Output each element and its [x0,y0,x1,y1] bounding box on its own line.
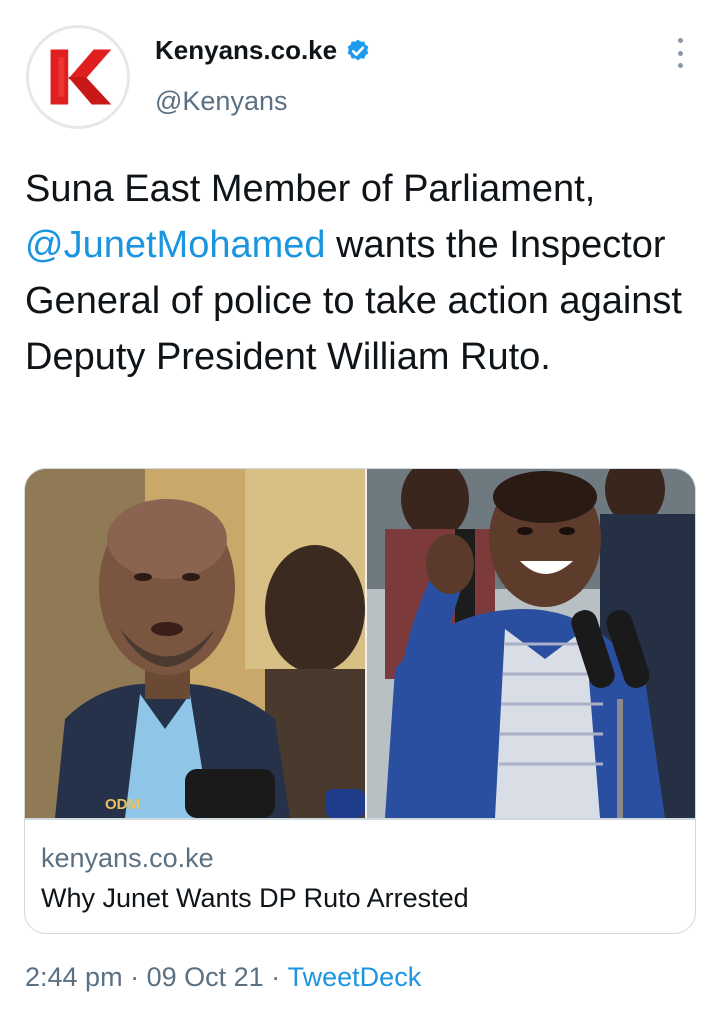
meta-separator: · [122,962,147,992]
more-options-icon[interactable] [668,38,692,68]
author-handle[interactable]: @Kenyans [155,86,287,117]
card-image-watermark: ODM [105,796,140,813]
tweet: Kenyans.co.ke @Kenyans Suna East Member … [0,0,720,1019]
card-title[interactable]: Why Junet Wants DP Ruto Arrested [41,883,469,914]
kenyans-logo-icon [29,28,127,126]
tweet-time[interactable]: 2:44 pm [25,962,123,993]
author-name-row[interactable]: Kenyans.co.ke [155,35,371,66]
tweet-date[interactable]: 09 Oct 21 [147,962,264,993]
mention-link[interactable]: @JunetMohamed [25,224,326,266]
meta-separator: · [263,962,288,992]
avatar[interactable] [26,25,130,129]
verified-badge-icon [347,39,369,60]
tweet-text: Suna East Member of Parliament, @JunetMo… [25,161,705,385]
link-card[interactable]: ODM kenyans.co.ke Why Junet Wants DP Rut… [24,468,696,934]
card-image[interactable]: ODM [25,469,695,818]
card-domain: kenyans.co.ke [41,843,214,873]
tweet-meta: 2:44 pm · 09 Oct 21 · TweetDeck [25,962,421,993]
tweet-source-link[interactable]: TweetDeck [288,962,422,993]
news-photo-collage: ODM [25,469,695,818]
card-divider [25,818,695,820]
display-name[interactable]: Kenyans.co.ke [155,35,337,66]
tweet-text-part1: Suna East Member of Parliament, [25,168,596,210]
